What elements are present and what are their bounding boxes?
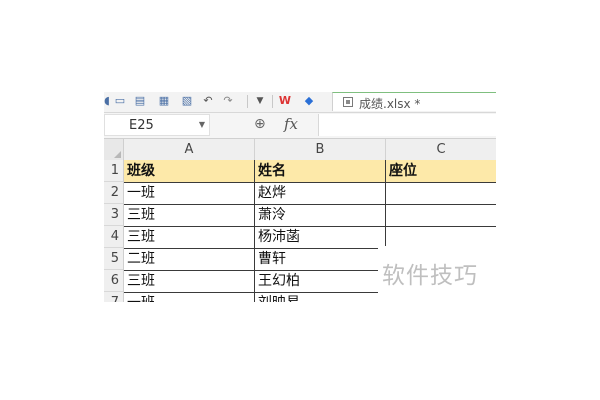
print-icon[interactable]: ▦ — [157, 94, 171, 108]
formula-input[interactable] — [318, 114, 496, 136]
zoom-icon[interactable]: ⊕ — [254, 116, 266, 132]
cell-border — [124, 182, 496, 183]
wps-logo-icon[interactable]: W — [278, 94, 292, 108]
cell-a7[interactable]: 一班 — [124, 292, 255, 302]
cell-b3[interactable]: 萧泠 — [255, 204, 386, 226]
cell-b6[interactable]: 王幻柏 — [255, 270, 386, 292]
name-box-value: E25 — [129, 118, 154, 133]
new-window-icon[interactable]: ▭ — [113, 94, 127, 108]
cell-b4[interactable]: 杨沛菡 — [255, 226, 386, 248]
column-header-b[interactable]: B — [255, 139, 386, 160]
column-header-a[interactable]: A — [124, 139, 255, 160]
row-header[interactable]: 6 — [104, 270, 123, 292]
name-box[interactable]: E25 ▼ — [104, 114, 210, 136]
row-header[interactable]: 5 — [104, 248, 123, 270]
undo-icon[interactable]: ◖ — [104, 94, 110, 108]
preview-icon[interactable]: ▤ — [133, 94, 147, 108]
cell-b1[interactable]: 姓名 — [255, 160, 386, 182]
row-header[interactable]: 7 — [104, 292, 123, 302]
cell-a2[interactable]: 一班 — [124, 182, 255, 204]
redo-icon[interactable]: ↶ — [202, 94, 214, 108]
watermark: 软件技巧 — [382, 263, 478, 289]
cell-a6[interactable]: 三班 — [124, 270, 255, 292]
cell-b2[interactable]: 赵烨 — [255, 182, 386, 204]
shield-icon[interactable]: ◆ — [302, 94, 316, 108]
cell-a4[interactable]: 三班 — [124, 226, 255, 248]
chevron-down-icon[interactable]: ▼ — [254, 94, 266, 108]
toolbar-divider — [272, 95, 273, 108]
cell-border — [124, 204, 496, 205]
redo-icon[interactable]: ↷ — [222, 94, 234, 108]
row-header[interactable]: 2 — [104, 182, 123, 204]
toolbar-divider — [247, 95, 248, 108]
row-header[interactable]: 4 — [104, 226, 123, 248]
format-painter-icon[interactable]: ▧ — [180, 94, 194, 108]
spreadsheet-file-icon — [343, 97, 353, 107]
cell-border — [124, 226, 496, 227]
column-headers: A B C — [104, 139, 496, 161]
insert-function-icon[interactable]: fx — [284, 115, 298, 133]
formula-bar: E25 ▼ ⊕ fx — [104, 113, 496, 139]
cell-b7[interactable]: 刘映易 — [255, 292, 386, 302]
column-header-c[interactable]: C — [386, 139, 496, 160]
cell-border — [254, 160, 255, 302]
cell-a1[interactable]: 班级 — [124, 160, 255, 182]
cell-b5[interactable]: 曹轩 — [255, 248, 386, 270]
file-tab[interactable]: 成绩.xlsx * — [332, 92, 496, 111]
row-header[interactable]: 1 — [104, 160, 123, 182]
chevron-down-icon[interactable]: ▼ — [199, 120, 205, 129]
file-tab-label: 成绩.xlsx * — [359, 97, 421, 111]
row-headers: 1 2 3 4 5 6 7 — [104, 160, 124, 302]
row-header[interactable]: 3 — [104, 204, 123, 226]
select-all-button[interactable] — [104, 139, 124, 160]
cell-a5[interactable]: 二班 — [124, 248, 255, 270]
quick-access-toolbar: ◖ ▭ ▤ ▦ ▧ ↶ ↷ ▼ W ◆ 成绩.xlsx * — [104, 92, 496, 113]
cell-a3[interactable]: 三班 — [124, 204, 255, 226]
cell-c1[interactable]: 座位 — [386, 160, 496, 182]
